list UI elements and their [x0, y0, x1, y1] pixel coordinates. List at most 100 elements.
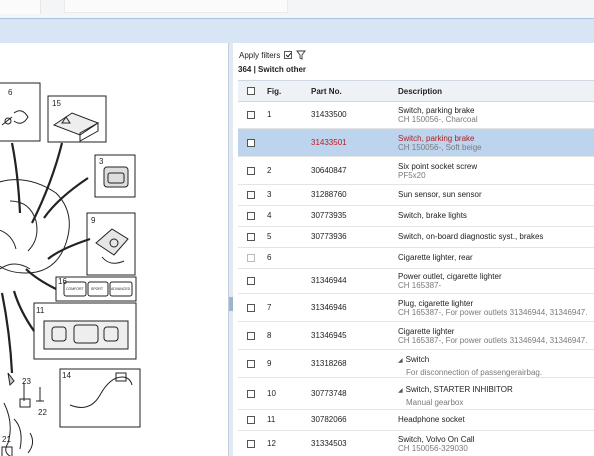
table-row[interactable]: 5 30773936 Switch, on-board diagnostic sys… [238, 227, 594, 248]
row-checkbox[interactable] [247, 277, 255, 285]
select-all-checkbox[interactable] [247, 87, 255, 95]
row-description: Switch, parking brake CH 150056-, Soft be… [398, 134, 594, 152]
table-row[interactable]: 31346944 Power outlet, cigarette lighter C… [238, 269, 594, 294]
row-checkbox[interactable] [247, 303, 255, 312]
apply-filters-checkbox[interactable] [284, 51, 293, 59]
row-part-number[interactable]: 30640847 [311, 166, 347, 175]
row-description: ◢ Switch, STARTER INHIBITOR Manual gearbox [398, 385, 594, 407]
table-row[interactable]: 10 30773748 ◢ Switch, STARTER INHIBITOR Manu… [238, 378, 594, 410]
parts-table: Fig. Part No. Description 1 31433500 Switc… [238, 80, 594, 456]
row-part-number[interactable]: 31334503 [311, 439, 347, 448]
row-part-number[interactable]: 31346944 [311, 276, 347, 285]
row-description: Headphone socket [398, 415, 594, 424]
table-row[interactable]: 3 31288760 Sun sensor, sun sensor [238, 185, 594, 206]
row-description: Switch, Volvo On Call CH 150056-329030 [398, 435, 594, 453]
row-checkbox[interactable] [247, 233, 255, 241]
row-description-title: Switch, Volvo On Call [398, 435, 475, 444]
col-partno-header[interactable]: Part No. [311, 87, 342, 96]
filters-bar: Apply filters [239, 49, 307, 61]
toolbar-box[interactable] [0, 0, 41, 14]
row-description-detail: CH 165387- [398, 281, 442, 290]
parts-diagram-drawing: 6 15 3 9 16 11 23 22 14 21 COMFORT SPORT… [0, 82, 141, 456]
row-checkbox[interactable] [247, 389, 255, 398]
row-checkbox[interactable] [247, 440, 255, 448]
callout-3: 3 [99, 157, 104, 166]
col-description-header[interactable]: Description [398, 87, 594, 96]
row-checkbox[interactable] [247, 166, 255, 175]
row-fig: 10 [267, 388, 276, 398]
row-checkbox[interactable] [247, 359, 255, 368]
row-checkbox[interactable] [247, 331, 255, 340]
section-title: 364 | Switch other [238, 65, 307, 74]
row-part-number[interactable]: 31433501 [311, 138, 347, 147]
callout-22: 22 [38, 408, 47, 417]
row-part-number[interactable]: 30782066 [311, 415, 347, 424]
col-fig-header[interactable]: Fig. [267, 87, 281, 96]
table-row[interactable]: 4 30773935 Switch, brake lights [238, 206, 594, 227]
row-fig: 12 [267, 439, 276, 448]
header-band [0, 18, 594, 44]
row-checkbox[interactable] [247, 416, 255, 424]
toolbar-field[interactable] [64, 0, 288, 13]
table-row[interactable]: 7 31346946 Plug, cigarette lighter CH 16538… [238, 294, 594, 322]
row-description-title: Switch, parking brake [398, 133, 475, 143]
table-row[interactable]: 31433501 Switch, parking brake CH 150056-,… [238, 129, 594, 157]
row-description: ◢ Switch For disconnection of passengerair… [398, 355, 594, 377]
row-fig: 7 [267, 302, 272, 312]
row-description-title: Switch, parking brake [398, 106, 475, 115]
row-description-title: Power outlet, cigarette lighter [398, 272, 502, 281]
row-checkbox[interactable] [247, 254, 255, 262]
row-description-title: Switch, brake lights [398, 211, 467, 220]
callout-16: 16 [58, 277, 67, 286]
row-part-number[interactable]: 31318268 [311, 359, 347, 368]
row-fig: 2 [267, 165, 272, 175]
table-row[interactable]: 11 30782066 Headphone socket [238, 410, 594, 431]
row-description-title: Plug, cigarette lighter [398, 298, 474, 308]
expand-triangle-icon[interactable]: ◢ [398, 388, 403, 394]
callout-6: 6 [8, 88, 13, 97]
row-fig: 4 [267, 211, 272, 220]
row-checkbox[interactable] [247, 191, 255, 199]
row-part-number[interactable]: 30773935 [311, 211, 347, 220]
table-row[interactable]: 9 31318268 ◢ Switch For disconnection of pas… [238, 350, 594, 378]
filter-icon[interactable] [296, 50, 307, 60]
row-description-detail: PF5x20 [398, 170, 426, 180]
table-row[interactable]: 8 31346945 Cigarette lighter CH 165387-, Fo… [238, 322, 594, 350]
row-fig: 9 [267, 358, 272, 368]
row-part-number[interactable]: 31288760 [311, 190, 347, 199]
row-checkbox[interactable] [247, 212, 255, 220]
row-part-number[interactable]: 31346946 [311, 303, 347, 312]
row-description: Switch, on-board diagnostic syst., brake… [398, 232, 594, 241]
row-checkbox[interactable] [247, 138, 255, 147]
btn-label-advanced: ADVANCED [111, 287, 131, 291]
row-fig: 3 [267, 190, 272, 199]
row-description: Cigarette lighter CH 165387-, For power o… [398, 327, 594, 345]
expand-triangle-icon[interactable]: ◢ [398, 358, 403, 364]
row-fig: 1 [267, 110, 272, 119]
row-part-number[interactable]: 30773936 [311, 232, 347, 241]
table-body: 1 31433500 Switch, parking brake CH 150056-… [238, 102, 594, 456]
row-part-number[interactable]: 30773748 [311, 389, 347, 398]
table-row[interactable]: 2 30640847 Six point socket screw PF5x20 [238, 157, 594, 185]
row-description-title: Headphone socket [398, 415, 465, 424]
row-fig: 5 [267, 232, 272, 241]
row-description: Six point socket screw PF5x20 [398, 162, 594, 180]
row-part-number[interactable]: 31433500 [311, 110, 347, 119]
table-row[interactable]: 12 31334503 Switch, Volvo On Call CH 150056… [238, 431, 594, 456]
table-row[interactable]: 1 31433500 Switch, parking brake CH 150056-… [238, 102, 594, 129]
row-description-detail: For disconnection of passengerairbag. [406, 367, 543, 377]
row-description-title: Switch, on-board diagnostic syst., brake… [398, 232, 544, 241]
table-row[interactable]: 6 Cigarette lighter, rear [238, 248, 594, 269]
row-description: Plug, cigarette lighter CH 165387-, For p… [398, 299, 594, 317]
row-checkbox[interactable] [247, 111, 255, 119]
row-description: Switch, parking brake CH 150056-, Charcoa… [398, 106, 594, 124]
btn-label-sport: SPORT [91, 287, 104, 291]
row-description-detail: CH 165387-, For power outlets 31346944, … [398, 307, 588, 317]
row-fig: 11 [267, 415, 276, 424]
top-toolbar [0, 0, 594, 19]
row-description-detail: CH 150056-329030 [398, 444, 468, 453]
row-description: Power outlet, cigarette lighter CH 165387… [398, 272, 594, 290]
btn-label-comfort: COMFORT [66, 287, 84, 291]
row-part-number[interactable]: 31346945 [311, 331, 347, 340]
callout-14: 14 [62, 371, 71, 380]
